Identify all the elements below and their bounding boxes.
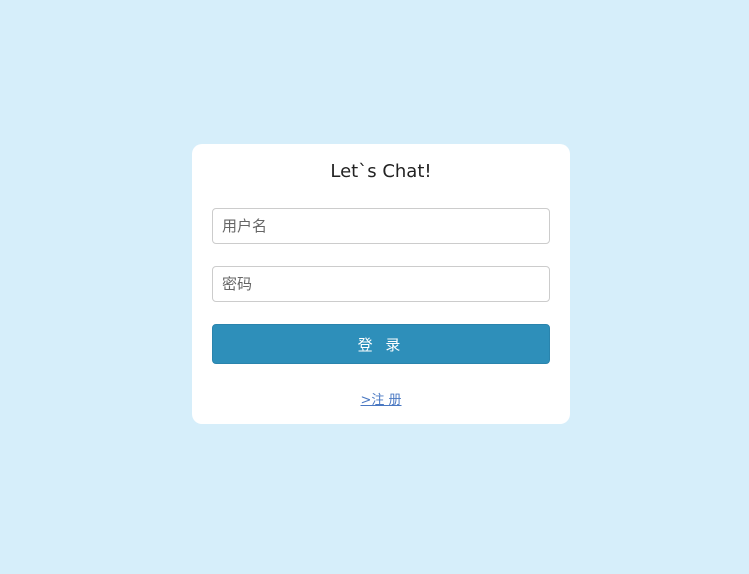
password-input[interactable] [212,266,550,302]
login-card: Let`s Chat! 登 录 >注 册 [192,144,570,424]
username-input[interactable] [212,208,550,244]
page-background: { "card": { "title": "Let`s Chat!" }, "f… [0,0,749,574]
login-button[interactable]: 登 录 [212,324,550,364]
register-link[interactable]: >注 册 [192,389,570,408]
page-title: Let`s Chat! [330,161,432,182]
